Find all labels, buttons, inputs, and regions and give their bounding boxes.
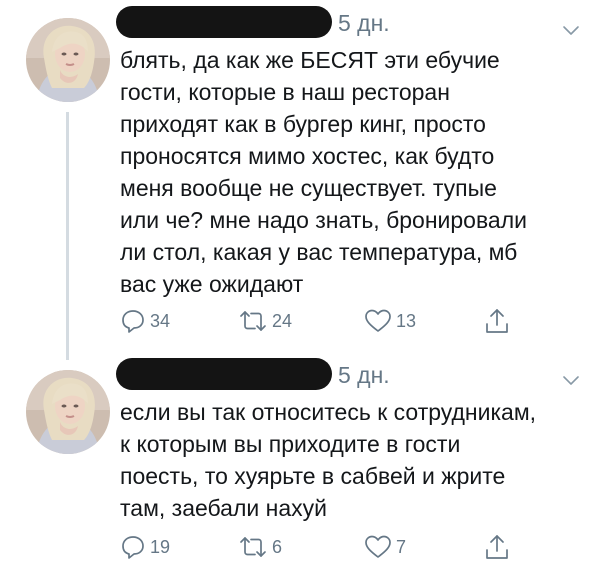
reply-icon [120,534,146,560]
tweet[interactable]: 5 дн. если вы так относитесь к сотрудник… [0,350,604,567]
share-icon [484,533,510,561]
timestamp[interactable]: 5 дн. [338,10,390,37]
avatar[interactable] [26,18,110,102]
share-button[interactable] [484,530,510,564]
like-count: 13 [396,310,417,331]
tweet-text: если вы так относитесь к сотрудникам, к … [120,399,537,521]
heart-icon [364,308,392,334]
retweet-icon [238,308,268,334]
timestamp[interactable]: 5 дн. [338,362,390,389]
retweet-button[interactable]: 6 [238,530,282,564]
retweet-count: 6 [272,536,283,557]
reply-count: 34 [150,310,171,331]
like-button[interactable]: 13 [364,304,416,338]
like-button[interactable]: 7 [364,530,406,564]
tweet-actions: 19 6 7 [120,530,540,564]
reply-button[interactable]: 19 [120,530,170,564]
thread-line [66,112,69,360]
retweet-icon [238,534,268,560]
share-icon [484,307,510,335]
share-button[interactable] [484,304,510,338]
avatar[interactable] [26,370,110,454]
retweet-count: 24 [272,310,293,331]
heart-icon [364,534,392,560]
redacted-username [116,358,332,390]
chevron-down-icon[interactable] [562,24,580,36]
tweet-actions: 34 24 13 [120,304,540,338]
tweet-text: блять, да как же БЕСЯТ эти ебучие гости,… [120,47,527,297]
chevron-down-icon[interactable] [562,374,580,386]
like-count: 7 [396,536,407,557]
retweet-button[interactable]: 24 [238,304,292,338]
reply-count: 19 [150,536,171,557]
redacted-username [116,6,332,38]
reply-button[interactable]: 34 [120,304,170,338]
tweet[interactable]: 5 дн. блять, да как же БЕСЯТ эти ебучие … [0,0,604,360]
reply-icon [120,308,146,334]
